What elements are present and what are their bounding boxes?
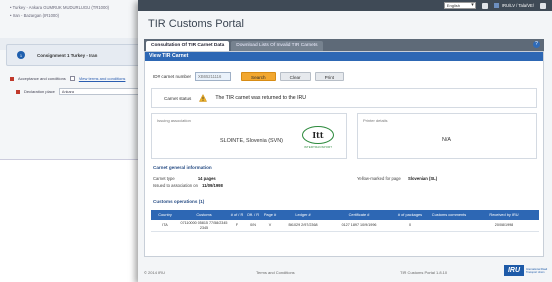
table-header: Country Customs # of / R Off. / R Page #… [151,210,539,220]
column-header: Ledger # [295,211,311,217]
column-header: Customs comments [431,211,467,217]
home-icon[interactable] [481,2,488,9]
carnet-type-row: Carnet type 14 pages [153,176,216,181]
carnet-status-box: Carnet status The TIR carnet was returne… [151,88,537,108]
general-info-title: Carnet general information [153,165,212,170]
tab-bar: Consultation Of TIR Carnet Data Download… [144,39,544,51]
table-row[interactable]: ITA 07110000 05815 77/58/2345 2345 F 0/N… [151,220,539,232]
view-terms-link[interactable]: View terms and conditions [79,76,126,81]
help-icon[interactable]: ? [533,41,540,48]
main-content: View TIR Carnet ID# carnet number XB6521… [144,51,544,257]
logo-subtitle: INTERTRANSPORT [303,145,333,149]
page-title: TIR Customs Portal [148,18,244,30]
carnet-number-label: ID# carnet number [153,74,192,79]
table-cell: 0 [408,223,412,228]
table-cell: 0/N [250,223,256,228]
copyright-text: © 2014 IRU [144,270,165,275]
print-button[interactable]: Print [314,72,345,81]
version-text: TIR Customs Portal 1.8.10 [400,270,448,275]
acceptance-checkbox[interactable] [69,76,75,81]
table-cell: 0127 1897 10/9/1996 [341,223,377,228]
user-menu[interactable]: IRU/LV / Tala/VE/ [493,3,534,8]
yellow-marked-value: Slovenian (SL) [408,176,438,181]
carnet-type-label: Carnet type [153,176,175,181]
table-cell: ITA [162,223,168,228]
issuing-association-box: Issuing association SLOINTE, Slovenia (S… [151,113,347,159]
portal-window: English IRU/LV / Tala/VE/ TIR Customs Po… [138,0,552,282]
table-cell: Bt1029 2/97/2368 [288,223,318,228]
iru-logo-mark: IRU [504,265,524,276]
column-header: Country [158,211,172,217]
user-name: IRU/LV / Tala/VE/ [501,3,534,8]
declaration-place-input[interactable]: Ankara [58,88,139,95]
terms-link[interactable]: Terms and Conditions [256,270,295,275]
column-header: Off. / R [246,211,260,217]
language-select[interactable]: English [443,2,476,9]
consignment-label: Consignment 1 Turkey - Iran [37,52,98,58]
logo-mark: Itt [302,126,334,144]
required-icon [10,76,14,81]
section-header: View TIR Carnet [145,52,543,61]
customs-operations-table: Country Customs # of / R Off. / R Page #… [151,210,539,232]
issued-value: 11/09/1998 [202,183,223,188]
carnet-number-input[interactable]: XB65211116 [195,72,232,81]
footer: © 2014 IRU Terms and Conditions TIR Cust… [138,262,552,282]
declaration-place-label: Declaration place [24,89,55,94]
customs-operations-title: Customs operations (1) [153,199,205,204]
tab-download-invalid[interactable]: Download Lists Of Invalid TIR Carnets [231,41,323,51]
route-item: Turkey - Ankara GUMRUK MUDURLUGU (TR1000… [12,5,110,10]
printer-details-title: Printer details [363,118,388,123]
route-item: Iran - Bazargan (IR1000) [12,13,59,18]
table-cell: 20/08/1998 [494,223,514,228]
column-header: Customs [196,211,212,217]
search-button[interactable]: Search [241,72,276,81]
iru-logo: IRU International Road Transport Union [504,265,548,276]
declaration-row: Declaration place Ankara [16,88,139,95]
route-list: • Turkey - Ankara GUMRUK MUDURLUGU (TR10… [10,5,110,18]
printer-details-box: Printer details N/A [357,113,537,159]
iru-logo-text: International Road Transport Union [526,267,548,274]
issued-row: Issued to association on 11/09/1998 [153,183,223,188]
user-icon [493,3,499,8]
column-header: Certificate # [348,211,370,217]
acceptance-row: Acceptance and conditions View terms and… [10,76,125,81]
column-header: Received by IRU [489,211,519,217]
top-bar: English IRU/LV / Tala/VE/ [138,0,552,11]
issued-label: Issued to association on [153,183,198,188]
tab-consultation[interactable]: Consultation Of TIR Carnet Data [146,41,230,51]
issuing-association-name: SLOINTE, Slovenia (SVN) [220,138,283,144]
printer-details-value: N/A [442,137,451,143]
search-row: ID# carnet number XB65211116 Search Clea… [153,72,345,81]
table-cell: V [268,223,272,228]
association-logo: Itt INTERTRANSPORT [302,126,334,152]
yellow-marked-row: Yellow-marked for page Slovenian (SL) [357,176,437,181]
consignment-number: 1 [17,51,25,59]
table-cell: F [235,223,239,228]
column-header: # of packages [397,211,423,217]
warning-icon [199,94,208,102]
carnet-type-value: 14 pages [197,176,216,181]
carnet-status-label: Carnet status [164,95,192,101]
logout-icon[interactable] [540,2,546,9]
required-icon [16,89,20,94]
column-header: Page # [263,211,277,217]
yellow-marked-label: Yellow-marked for page [357,176,401,181]
carnet-status-text: The TIR carnet was returned to the IRU [215,95,307,101]
table-cell: 07110000 05815 77/58/2345 2345 [180,221,228,230]
column-header: # of / R [230,211,244,217]
clear-button[interactable]: Clear [279,72,311,81]
issuing-association-title: Issuing association [157,118,191,123]
acceptance-label: Acceptance and conditions [18,76,66,81]
